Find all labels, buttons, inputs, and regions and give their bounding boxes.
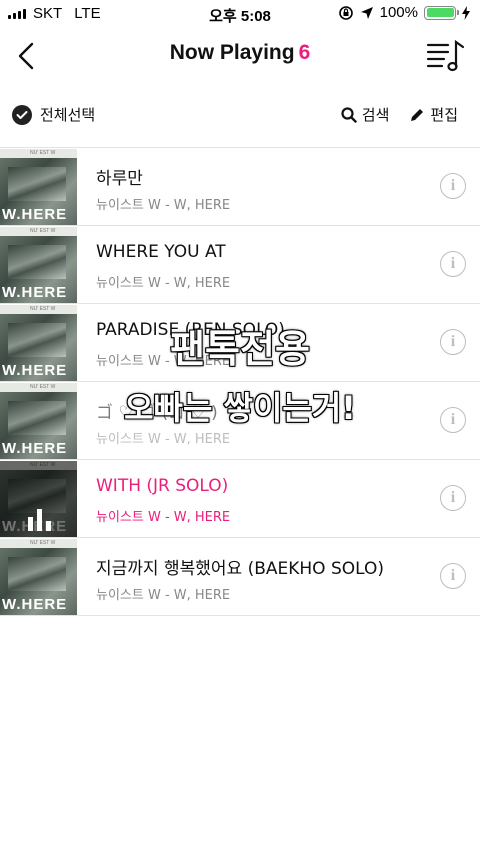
info-icon: i	[450, 255, 456, 272]
song-title: WHERE YOU AT	[96, 242, 226, 262]
battery-icon	[424, 5, 459, 20]
song-row[interactable]: NU' EST W W.HERE 하루만 뉴이스트 W - W, HERE i	[0, 148, 480, 226]
info-button[interactable]: i	[440, 329, 466, 355]
charging-icon	[462, 5, 470, 20]
toolbar-actions: 검색 편집	[341, 104, 458, 125]
edit-button[interactable]: 편집	[409, 104, 458, 125]
info-icon: i	[450, 411, 456, 428]
orientation-lock-icon	[338, 5, 353, 20]
song-title: WITH (JR SOLO)	[96, 476, 229, 496]
song-list: NU' EST W W.HERE 하루만 뉴이스트 W - W, HERE i N…	[0, 147, 480, 616]
song-artist: 뉴이스트 W - W, HERE	[96, 198, 231, 213]
info-button[interactable]: i	[440, 251, 466, 277]
search-icon	[341, 106, 357, 123]
info-icon: i	[450, 177, 456, 194]
song-row-now-playing[interactable]: NU' EST W W.HERE WITH (JR SOLO) 뉴이스트 W - …	[0, 460, 480, 538]
album-art: NU' EST W W.HERE	[0, 227, 77, 303]
status-right: 100%	[338, 4, 470, 21]
song-artist: 뉴이스트 W - W, HERE	[96, 510, 231, 525]
playlist-music-icon	[426, 39, 465, 72]
info-icon: i	[450, 567, 456, 584]
track-count: 6	[298, 41, 311, 64]
info-icon: i	[450, 489, 456, 506]
list-toolbar: 전체선택 검색 편집	[0, 96, 480, 136]
search-button[interactable]: 검색	[341, 104, 390, 125]
info-button[interactable]: i	[440, 485, 466, 511]
location-icon	[360, 6, 373, 19]
album-art: NU' EST W W.HERE	[0, 305, 77, 381]
header: Now Playing 6	[0, 28, 480, 84]
select-all-label: 전체선택	[40, 106, 96, 124]
song-row[interactable]: NU' EST W W.HERE 지금까지 행복했어요 (BAEKHO SOLO)…	[0, 538, 480, 616]
page-title-text: Now Playing	[169, 41, 295, 64]
edit-label: 편집	[430, 106, 458, 124]
song-artist: 뉴이스트 W - W, HERE	[96, 354, 231, 369]
song-title: 지금까지 행복했어요 (BAEKHO SOLO)	[96, 559, 384, 579]
song-artist: 뉴이스트 W - W, HERE	[96, 276, 231, 291]
select-all-button[interactable]: 전체선택	[12, 104, 95, 125]
song-artist: 뉴이스트 W - W, HERE	[96, 432, 231, 447]
album-art: NU' EST W W.HERE	[0, 539, 77, 615]
song-row[interactable]: NU' EST W W.HERE WHERE YOU AT 뉴이스트 W - W,…	[0, 226, 480, 304]
song-row[interactable]: NU' EST W W.HERE ゴ ♡ ゴ (ゴ ♡ ) 뉴이스트 W - W,…	[0, 382, 480, 460]
battery-percent: 100%	[379, 4, 418, 21]
page-title: Now Playing 6	[0, 41, 480, 65]
equalizer-icon	[28, 505, 51, 531]
song-title: 하루만	[96, 169, 143, 189]
search-label: 검색	[361, 106, 390, 124]
album-art: NU' EST W W.HERE	[0, 383, 77, 459]
song-row[interactable]: NU' EST W W.HERE PARADISE (REN SOLO) 뉴이스트…	[0, 304, 480, 382]
song-artist: 뉴이스트 W - W, HERE	[96, 588, 231, 603]
pencil-icon	[411, 108, 424, 121]
song-title: PARADISE (REN SOLO)	[96, 320, 285, 340]
info-button[interactable]: i	[440, 173, 466, 199]
status-bar: SKT LTE 오후 5:08 100%	[0, 0, 480, 28]
info-button[interactable]: i	[440, 563, 466, 589]
playlist-button[interactable]	[426, 38, 466, 74]
info-icon: i	[450, 333, 456, 350]
check-circle-icon	[12, 104, 32, 125]
info-button[interactable]: i	[440, 407, 466, 433]
song-title: ゴ ♡ ゴ (ゴ ♡ )	[96, 403, 218, 423]
album-art: NU' EST W W.HERE	[0, 149, 77, 225]
